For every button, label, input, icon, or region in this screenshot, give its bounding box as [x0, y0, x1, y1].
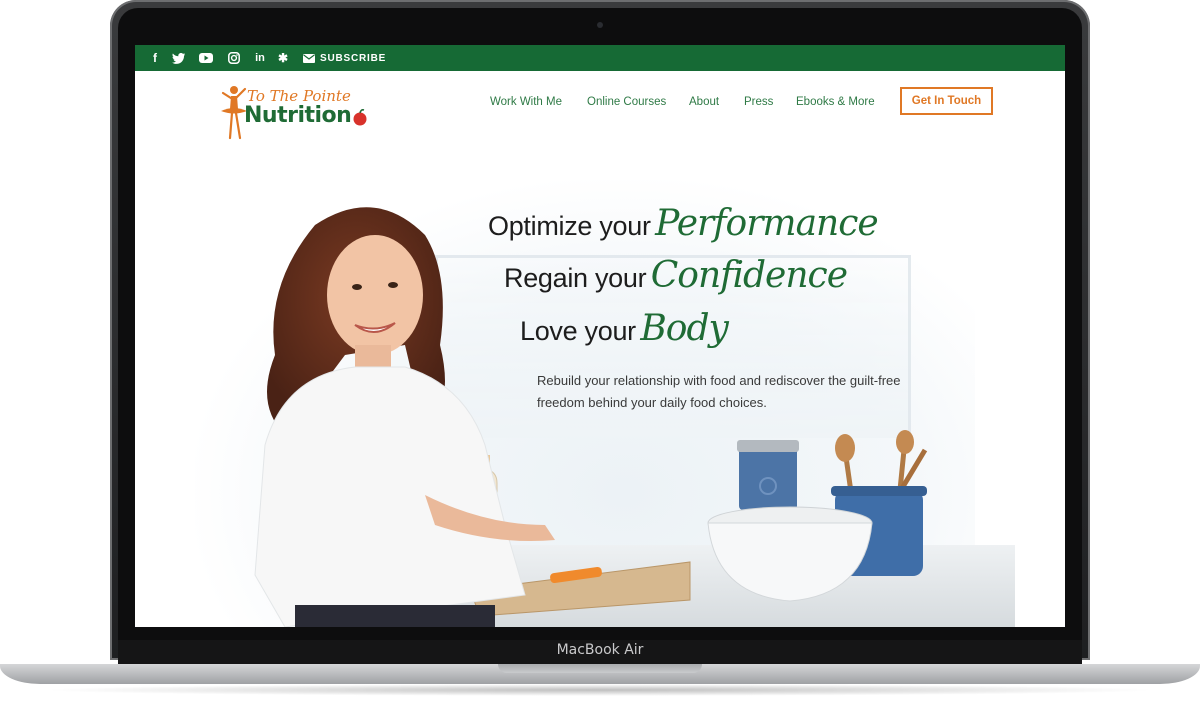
canister-image [737, 440, 799, 510]
twitter-icon[interactable] [169, 45, 187, 71]
nav-about[interactable]: About [689, 96, 719, 108]
apple-icon [353, 109, 367, 126]
browser-screen: f in ✱ SUBSCRIBE To The Pointe Nutrition [135, 45, 1065, 627]
tagline-line-1: Rebuild your relationship with food and … [537, 373, 901, 388]
camera-icon [597, 22, 603, 28]
facebook-icon[interactable]: f [147, 45, 163, 71]
social-bar: f in ✱ SUBSCRIBE [135, 45, 1065, 71]
site-logo[interactable]: To The Pointe Nutrition [217, 83, 367, 141]
logo-wordmark: Nutrition [244, 103, 352, 128]
yelp-icon[interactable]: ✱ [275, 45, 291, 71]
linkedin-icon[interactable]: in [251, 45, 269, 71]
laptop-shadow [40, 684, 1160, 696]
headline-line-1: Optimize your Performance [488, 203, 879, 244]
nav-press[interactable]: Press [744, 96, 773, 108]
hero-tagline: Rebuild your relationship with food and … [537, 370, 937, 414]
get-in-touch-button[interactable]: Get In Touch [900, 87, 993, 115]
headline-3-script: Body [640, 308, 729, 349]
nav-ebooks-more[interactable]: Ebooks & More [796, 96, 875, 108]
tagline-line-2: freedom behind your daily food choices. [537, 395, 767, 410]
subscribe-label: SUBSCRIBE [320, 52, 387, 64]
headline-1-plain: Optimize your [488, 211, 651, 241]
mixing-bowl-image [707, 506, 873, 602]
headline-line-2: Regain your Confidence [504, 255, 848, 296]
headline-2-plain: Regain your [504, 263, 647, 293]
device-label: MacBook Air [556, 642, 644, 658]
headline-1-script: Performance [655, 203, 879, 244]
laptop-notch [498, 664, 702, 673]
headline-2-script: Confidence [650, 255, 848, 296]
mail-icon [303, 53, 315, 63]
youtube-icon[interactable] [197, 45, 215, 71]
nav-online-courses[interactable]: Online Courses [587, 96, 666, 108]
subscribe-link[interactable]: SUBSCRIBE [303, 45, 386, 71]
headline-3-plain: Love your [520, 316, 636, 346]
instagram-icon[interactable] [225, 45, 243, 71]
headline-line-3: Love your Body [520, 308, 729, 349]
nav-work-with-me[interactable]: Work With Me [490, 96, 562, 108]
